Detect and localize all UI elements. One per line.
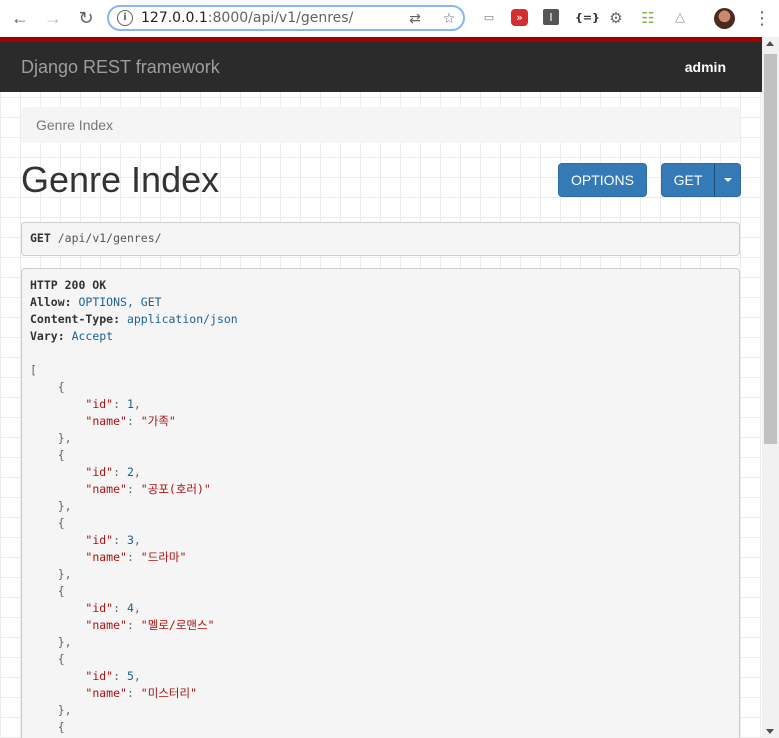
info-icon[interactable]: i (117, 10, 133, 26)
request-method: GET (30, 231, 51, 245)
header-name: Content-Type: (30, 312, 121, 326)
item-name: 드라마 (147, 550, 180, 564)
header-value: OPTIONS, GET (78, 295, 162, 309)
settings-extension-icon[interactable]: ⚙ (607, 9, 625, 27)
star-icon[interactable]: ☆ (441, 11, 457, 27)
item-id: 2 (126, 465, 134, 479)
reload-icon[interactable]: ↻ (74, 6, 98, 30)
extension-red-icon[interactable]: » (511, 9, 528, 26)
url-path: :8000/api/v1/genres/ (207, 10, 354, 26)
scroll-thumb[interactable] (764, 54, 777, 444)
menu-icon[interactable]: ⋮ (750, 6, 774, 30)
item-name: 미스터리 (147, 686, 191, 700)
options-button[interactable]: OPTIONS (558, 163, 647, 197)
back-icon[interactable]: ← (8, 6, 32, 30)
browser-toolbar: ← → ↻ i 127.0.0.1:8000/api/v1/genres/ ⇄ … (0, 0, 779, 38)
navbar: Django REST framework admin (0, 42, 762, 92)
address-bar[interactable]: i 127.0.0.1:8000/api/v1/genres/ ⇄ ☆ (107, 5, 465, 31)
cast-icon[interactable]: ▭ (480, 9, 498, 27)
item-name: 공포(호러) (147, 482, 204, 496)
url-text: 127.0.0.1:8000/api/v1/genres/ (141, 10, 353, 26)
caret-down-icon (723, 178, 732, 183)
json-viewer-icon[interactable]: {=} (575, 9, 600, 27)
header-value: Accept (71, 329, 114, 343)
forward-icon[interactable]: → (41, 6, 65, 30)
profile-avatar[interactable] (714, 8, 735, 29)
brand-link[interactable]: Django REST framework (21, 57, 220, 78)
page-scrollbar[interactable] (762, 37, 779, 738)
breadcrumb: Genre Index (21, 107, 740, 143)
user-menu[interactable]: admin (685, 59, 726, 75)
get-format-dropdown[interactable] (714, 163, 741, 197)
request-path: /api/v1/genres/ (57, 231, 162, 245)
breadcrumb-item[interactable]: Genre Index (36, 117, 113, 133)
item-id: 4 (126, 601, 134, 615)
item-name: 멜로/로맨스 (147, 618, 208, 632)
url-host: 127.0.0.1 (141, 10, 208, 26)
item-id: 5 (126, 669, 134, 683)
page-title: Genre Index (21, 159, 220, 200)
scroll-down-icon[interactable] (766, 729, 774, 734)
extension-dark-icon[interactable]: I (543, 9, 559, 25)
page-content: Django REST framework admin Genre Index … (0, 37, 762, 738)
scroll-up-icon[interactable] (766, 41, 774, 46)
sitemap-extension-icon[interactable]: △ (671, 9, 689, 27)
header-name: Allow: (30, 295, 72, 309)
item-id: 1 (126, 397, 134, 411)
response-info: HTTP 200 OK Allow: OPTIONS, GET Content-… (21, 268, 740, 738)
item-id: 3 (126, 533, 134, 547)
get-button[interactable]: GET (661, 163, 715, 197)
response-status: HTTP 200 OK (30, 278, 107, 292)
ladder-extension-icon[interactable]: ☷ (639, 9, 657, 27)
header-name: Vary: (30, 329, 65, 343)
header-value: application/json (126, 312, 238, 326)
request-info: GET /api/v1/genres/ (21, 222, 740, 256)
item-name: 가족 (147, 414, 169, 428)
translate-icon[interactable]: ⇄ (407, 11, 423, 27)
